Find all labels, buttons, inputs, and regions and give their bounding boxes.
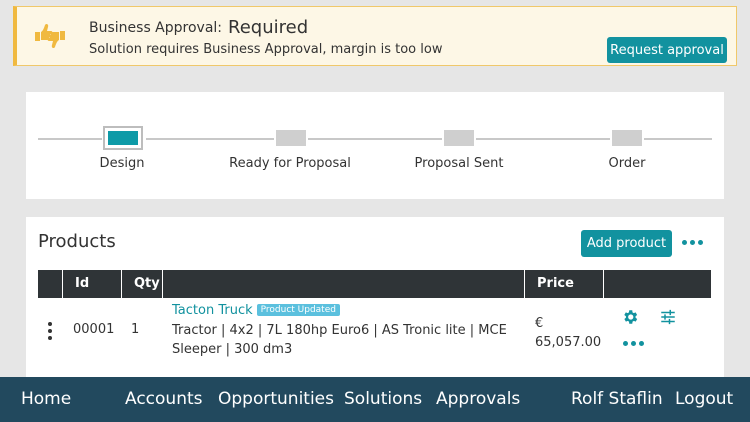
approval-title: Business Approval: Required [89, 16, 309, 38]
approval-message: Solution requires Business Approval, mar… [89, 42, 443, 57]
price-currency: € [535, 316, 544, 331]
products-panel: Products Add product Id Qty Price 00001 … [26, 217, 724, 377]
nav-user-name[interactable]: Rolf Staflin [571, 377, 663, 422]
column-header-actions [38, 270, 63, 298]
nav-solutions[interactable]: Solutions [344, 377, 422, 422]
product-description-line: Sleeper | 300 dm3 [172, 342, 293, 357]
gear-icon[interactable] [621, 308, 639, 326]
business-approval-banner: Business Approval: Required Solution requ… [13, 6, 737, 66]
step-order-marker[interactable] [612, 130, 642, 146]
approval-status: Required [228, 17, 309, 38]
table-row: 00001 1 Tacton Truck Product Updated Trac… [38, 298, 711, 377]
product-id: 00001 [73, 322, 115, 337]
main-navigation: Home Accounts Opportunities Solutions Ap… [0, 377, 750, 422]
request-approval-button[interactable]: Request approval [607, 37, 727, 63]
product-price: € 65,057.00 [535, 314, 601, 352]
step-order-label[interactable]: Order [609, 156, 646, 171]
product-description-line: Tractor | 4x2 | 7L 180hp Euro6 | AS Tron… [172, 323, 507, 338]
stepper-line [38, 138, 102, 140]
more-actions-icon[interactable] [623, 341, 644, 346]
thumbs-up-down-icon [35, 23, 65, 49]
stepper-line [644, 138, 712, 140]
nav-accounts[interactable]: Accounts [125, 377, 203, 422]
step-design-label[interactable]: Design [100, 156, 145, 171]
products-title: Products [38, 231, 116, 252]
product-details: Tacton Truck Product Updated Tractor | 4x… [172, 303, 517, 359]
step-proposal-sent-marker[interactable] [444, 130, 474, 146]
column-header-id[interactable]: Id [63, 270, 122, 298]
column-header-price[interactable]: Price [525, 270, 604, 298]
row-actions [621, 308, 691, 358]
column-header-product [163, 270, 525, 298]
product-name-link[interactable]: Tacton Truck [172, 303, 253, 318]
nav-opportunities[interactable]: Opportunities [218, 377, 334, 422]
price-value: 65,057.00 [535, 335, 602, 350]
more-options-icon[interactable] [682, 235, 704, 249]
adjust-settings-icon[interactable] [659, 308, 677, 326]
column-header-qty[interactable]: Qty [122, 270, 163, 298]
add-product-button[interactable]: Add product [581, 230, 672, 257]
row-menu-icon[interactable] [48, 322, 52, 340]
stepper-line [146, 138, 274, 140]
step-proposal-sent-label[interactable]: Proposal Sent [415, 156, 504, 171]
products-table-header: Id Qty Price [38, 270, 711, 298]
stepper-line [308, 138, 442, 140]
product-qty: 1 [131, 322, 140, 337]
step-design-marker[interactable] [103, 126, 143, 150]
product-description: Tractor | 4x2 | 7L 180hp Euro6 | AS Tron… [172, 321, 517, 359]
nav-home[interactable]: Home [21, 377, 71, 422]
nav-approvals[interactable]: Approvals [436, 377, 520, 422]
column-header-tools [604, 270, 711, 298]
step-ready-for-proposal-label[interactable]: Ready for Proposal [229, 156, 351, 171]
stepper-line [476, 138, 610, 140]
product-updated-badge: Product Updated [256, 304, 340, 316]
nav-logout[interactable]: Logout [675, 377, 733, 422]
step-ready-for-proposal-marker[interactable] [276, 130, 306, 146]
solution-progress-stepper: Design Ready for Proposal Proposal Sent … [26, 92, 724, 199]
approval-label: Business Approval: [89, 20, 223, 36]
